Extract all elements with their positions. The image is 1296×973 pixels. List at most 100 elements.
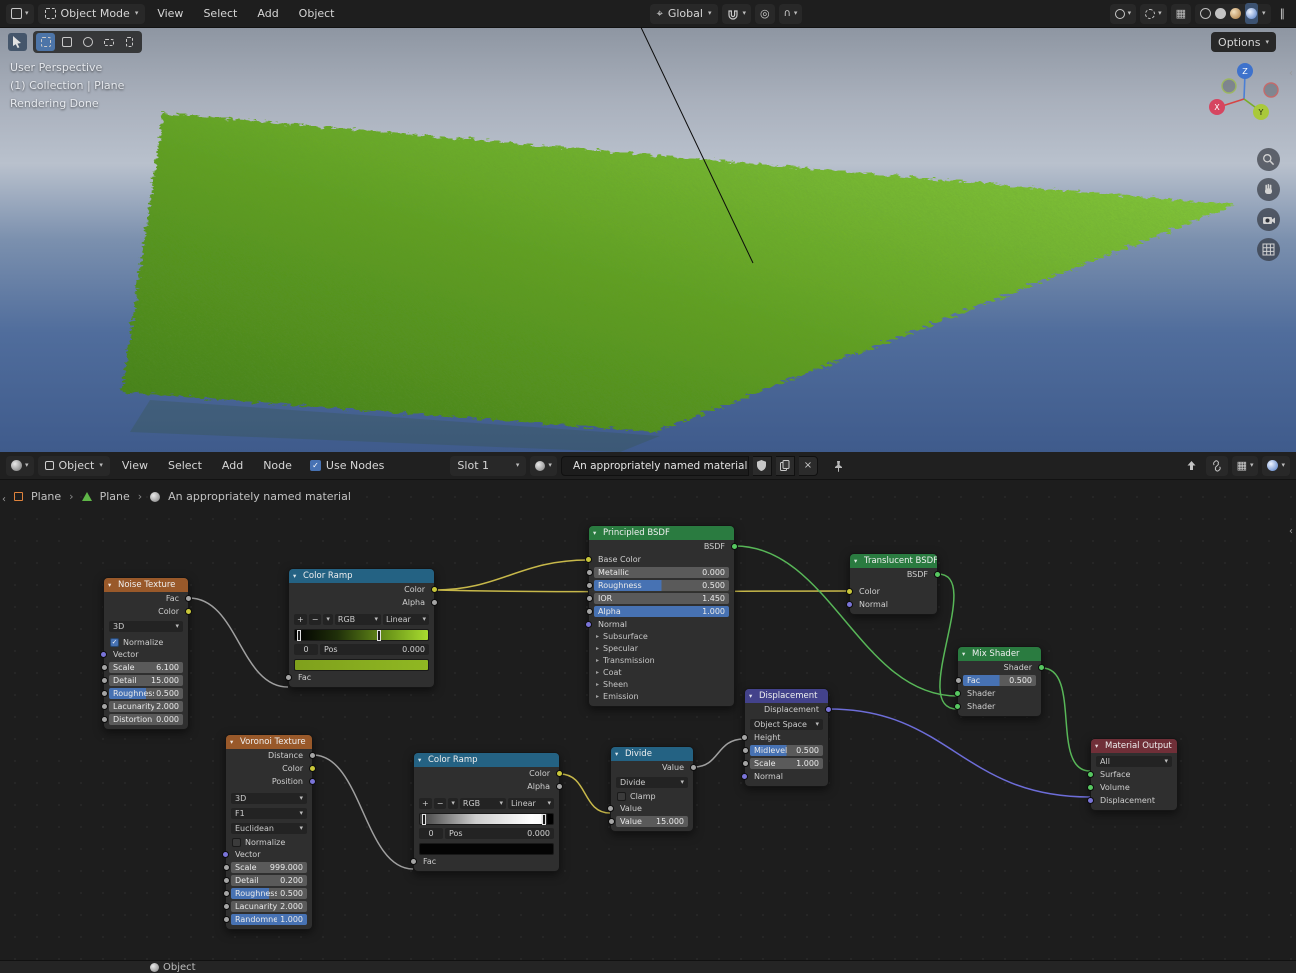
value-slider[interactable]: Value 15.000 bbox=[616, 816, 688, 827]
collapse-icon[interactable]: ▾ bbox=[1095, 739, 1098, 753]
detail-slider[interactable]: Detail 0.200 bbox=[231, 875, 307, 886]
alpha-output-socket[interactable] bbox=[556, 783, 563, 790]
material-name-field[interactable]: An appropriately named material bbox=[560, 455, 749, 476]
slot-dropdown[interactable]: Slot 1 ▾ bbox=[450, 455, 527, 476]
scale-input-socket[interactable] bbox=[742, 760, 749, 767]
displacement-output-socket[interactable] bbox=[825, 706, 832, 713]
wireframe-shading-icon[interactable] bbox=[1200, 8, 1211, 19]
node-header[interactable]: ▾ Translucent BSDF bbox=[850, 554, 937, 568]
node-header[interactable]: ▾ Displacement bbox=[745, 689, 828, 703]
collapse-icon[interactable]: ▾ bbox=[962, 647, 965, 661]
position-output-socket[interactable] bbox=[309, 778, 316, 785]
collapse-icon[interactable]: ▾ bbox=[749, 689, 752, 703]
fac-input-socket[interactable] bbox=[285, 674, 292, 681]
displac-input-socket[interactable] bbox=[1087, 797, 1094, 804]
color-input-socket[interactable] bbox=[846, 588, 853, 595]
surface-input-socket[interactable] bbox=[1087, 771, 1094, 778]
bsdf-output-socket[interactable] bbox=[731, 543, 738, 550]
shader-input-socket-1[interactable] bbox=[954, 690, 961, 697]
roughness-slider[interactable]: Roughness 0.500 bbox=[231, 888, 307, 899]
distortion-slider[interactable]: Distortion 0.000 bbox=[109, 714, 183, 725]
detail-input-socket[interactable] bbox=[101, 677, 108, 684]
ramp-options-button[interactable]: ▾ bbox=[448, 798, 458, 809]
select-box-tool[interactable] bbox=[36, 33, 55, 51]
node-principled-bsdf[interactable]: ▾ Principled BSDF BSDF Base Color Metalli… bbox=[585, 525, 738, 707]
viewport-render[interactable] bbox=[0, 28, 1296, 452]
ior-slider[interactable]: IOR 1.450 bbox=[594, 593, 729, 604]
roughness-slider[interactable]: Roughness 0.500 bbox=[109, 688, 183, 699]
section-sheen[interactable]: ▸ Sheen bbox=[589, 679, 734, 691]
lacunarity-slider[interactable]: Lacunarity 2.000 bbox=[231, 901, 307, 912]
select-circle-tool[interactable] bbox=[78, 33, 97, 51]
color-output-socket[interactable] bbox=[556, 770, 563, 777]
distortion-input-socket[interactable] bbox=[101, 716, 108, 723]
collapse-icon[interactable]: ▾ bbox=[418, 753, 421, 767]
lacunarity-input-socket[interactable] bbox=[101, 703, 108, 710]
color-mode-dropdown[interactable]: RGB ▾ bbox=[459, 798, 506, 809]
active-tool-button[interactable] bbox=[8, 33, 27, 51]
ior-input-socket[interactable] bbox=[586, 595, 593, 602]
interpolation-dropdown[interactable]: Linear ▾ bbox=[507, 798, 555, 809]
fac-output-socket[interactable] bbox=[185, 595, 192, 602]
breadcrumb-material[interactable]: An appropriately named material bbox=[168, 490, 351, 503]
stop-color-swatch[interactable] bbox=[294, 659, 429, 671]
operation-dropdown[interactable]: Divide ▾ bbox=[616, 777, 688, 788]
editor-type-button-shader[interactable]: ▾ bbox=[6, 455, 34, 476]
scale-input-socket[interactable] bbox=[223, 864, 230, 871]
stop-index-field[interactable]: 0 bbox=[419, 828, 443, 839]
stop-index-field[interactable]: 0 bbox=[294, 644, 318, 655]
menu-select-shader[interactable]: Select bbox=[160, 456, 210, 475]
breadcrumb-object[interactable]: Plane bbox=[31, 490, 61, 503]
node-editor-canvas[interactable]: ‹ Plane › Plane › An appropriately named… bbox=[0, 480, 1296, 960]
select-lasso-tool[interactable] bbox=[99, 33, 118, 51]
node-math-divide[interactable]: ▾ Divide Value Divide ▾ Clamp Value Value 1… bbox=[607, 746, 697, 832]
browse-material-button[interactable]: ▾ bbox=[530, 455, 557, 476]
value-output-socket[interactable] bbox=[690, 764, 697, 771]
normal-input-socket[interactable] bbox=[741, 773, 748, 780]
value-input-socket-2[interactable] bbox=[608, 818, 615, 825]
height-input-socket[interactable] bbox=[741, 734, 748, 741]
material-shading-icon[interactable] bbox=[1230, 8, 1241, 19]
stop-color-swatch[interactable] bbox=[419, 843, 554, 855]
node-color-ramp-2[interactable]: ▾ Color Ramp Color Alpha + − ▾ RGB ▾ Linea… bbox=[410, 752, 563, 872]
menu-add[interactable]: Add bbox=[249, 4, 286, 23]
normalize-checkbox[interactable]: Normalize bbox=[226, 835, 312, 848]
base-color-input-socket[interactable] bbox=[585, 556, 592, 563]
chevron-down-icon[interactable]: ▾ bbox=[1262, 10, 1266, 17]
normalize-checkbox[interactable]: ✓ Normalize bbox=[104, 635, 188, 648]
add-stop-button[interactable]: + bbox=[419, 798, 432, 809]
node-header[interactable]: ▾ Material Output bbox=[1091, 739, 1177, 753]
fake-user-button[interactable] bbox=[752, 455, 772, 476]
shader-input-socket-2[interactable] bbox=[954, 703, 961, 710]
lacunarity-slider[interactable]: Lacunarity 2.000 bbox=[109, 701, 183, 712]
node-translucent-bsdf[interactable]: ▾ Translucent BSDF BSDF Color Normal bbox=[846, 553, 941, 615]
collapse-icon[interactable]: ▾ bbox=[230, 735, 233, 749]
orthographic-toggle-button[interactable] bbox=[1257, 238, 1280, 261]
solid-shading-icon[interactable] bbox=[1215, 8, 1226, 19]
menu-view[interactable]: View bbox=[149, 4, 191, 23]
node-voronoi-texture[interactable]: ▾ Voronoi Texture Distance Color Position… bbox=[222, 734, 316, 930]
shader-type-dropdown[interactable]: Object ▾ bbox=[37, 455, 110, 476]
interpolation-dropdown[interactable]: Linear ▾ bbox=[382, 614, 430, 625]
roughness-input-socket[interactable] bbox=[223, 890, 230, 897]
alpha-output-socket[interactable] bbox=[431, 599, 438, 606]
node-header[interactable]: ▾ Voronoi Texture bbox=[226, 735, 312, 749]
volume-input-socket[interactable] bbox=[1087, 784, 1094, 791]
ramp-stop-handle[interactable] bbox=[297, 630, 301, 641]
rendered-shading-active[interactable] bbox=[1245, 3, 1258, 24]
overlays-button[interactable]: ▾ bbox=[1140, 3, 1167, 24]
feature-dropdown[interactable]: F1 ▾ bbox=[231, 808, 307, 819]
node-header[interactable]: ▾ Divide bbox=[611, 747, 693, 761]
ramp-options-button[interactable]: ▾ bbox=[323, 614, 333, 625]
breadcrumb-collapse-icon[interactable]: ‹ bbox=[2, 494, 6, 505]
add-stop-button[interactable]: + bbox=[294, 614, 307, 625]
proportional-edit-button[interactable]: ◎ bbox=[754, 3, 775, 24]
node-displacement[interactable]: ▾ Displacement Displacement Object Space ▾… bbox=[741, 688, 832, 787]
remove-stop-button[interactable]: − bbox=[308, 614, 322, 625]
node-header[interactable]: ▾ Mix Shader bbox=[958, 647, 1041, 661]
remove-stop-button[interactable]: − bbox=[433, 798, 447, 809]
color-mode-dropdown[interactable]: RGB ▾ bbox=[334, 614, 381, 625]
copy-material-button[interactable] bbox=[775, 455, 795, 476]
roughness-input-socket[interactable] bbox=[101, 690, 108, 697]
gizmo-neg-x-axis[interactable] bbox=[1263, 82, 1279, 98]
